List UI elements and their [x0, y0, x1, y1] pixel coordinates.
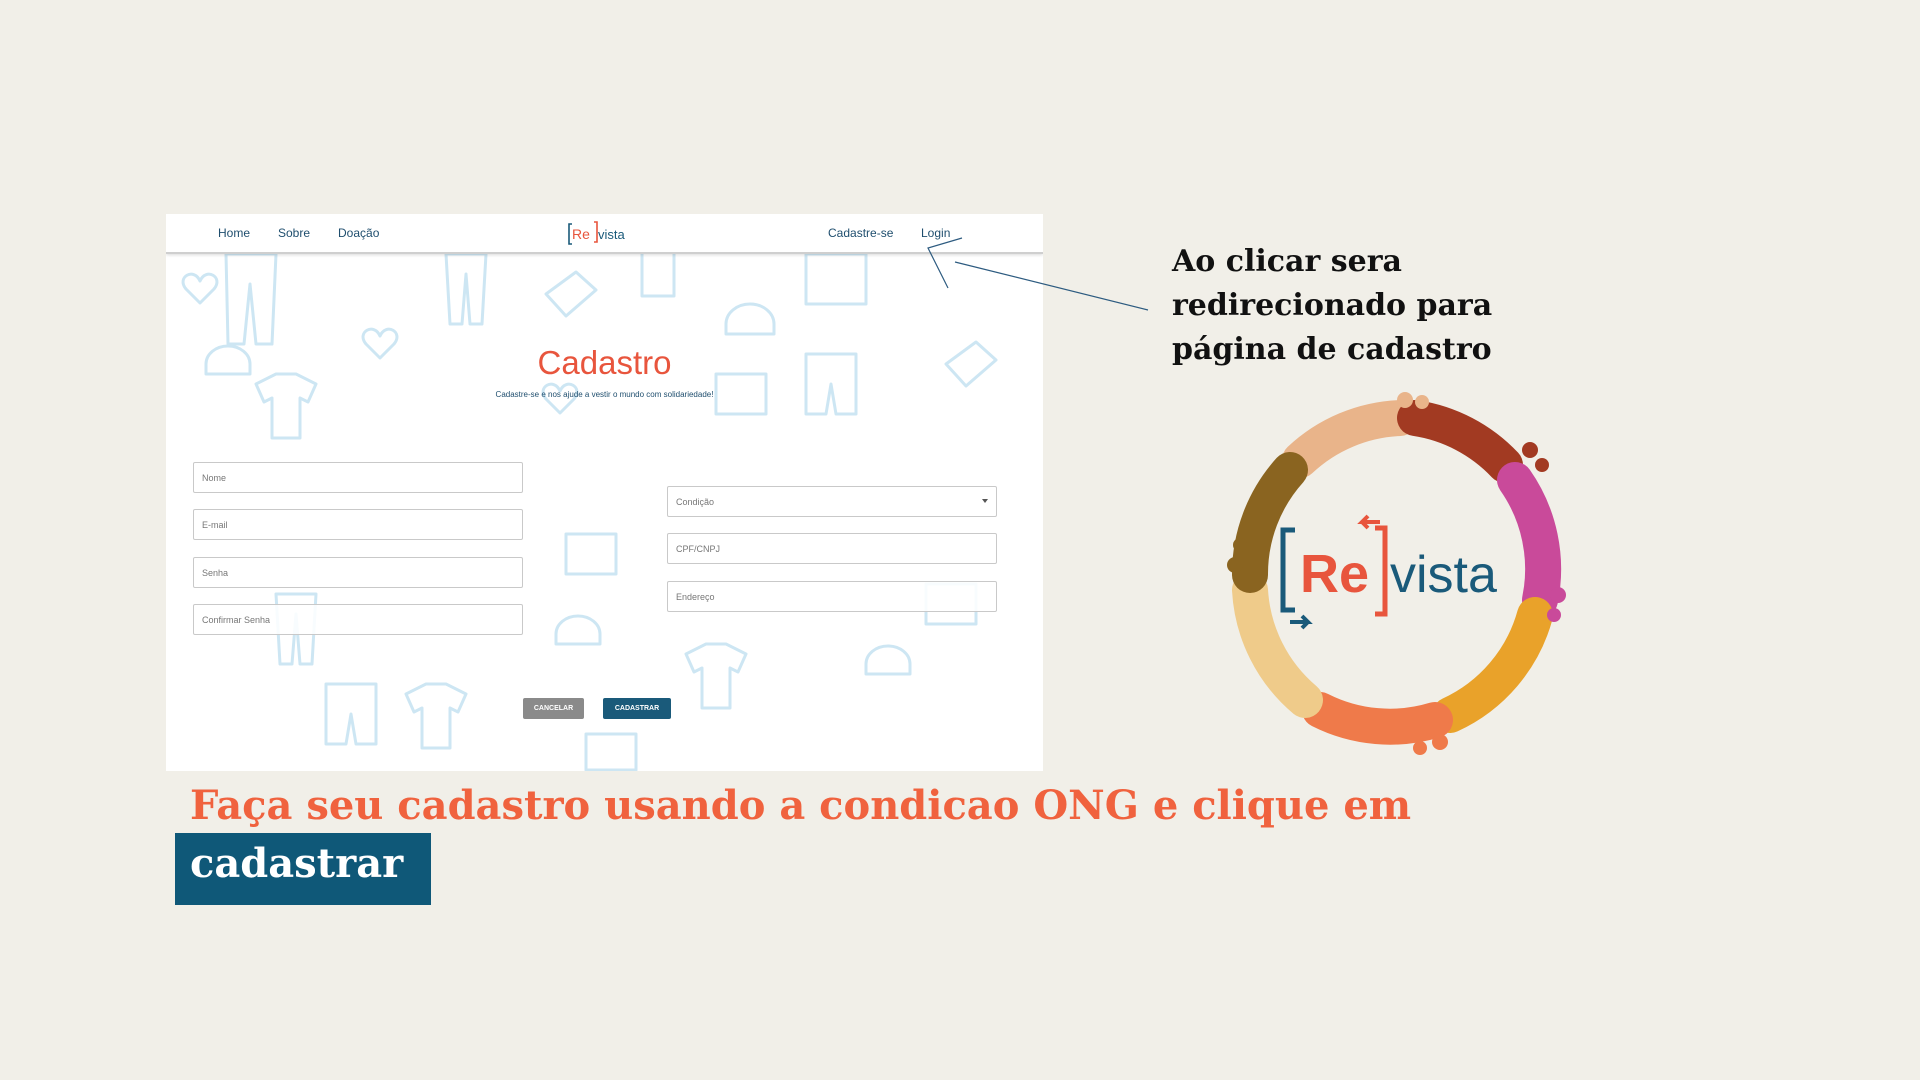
revista-logo[interactable]: Re vista [566, 218, 636, 248]
pattern-jacket [804, 252, 868, 306]
pattern-shirt [404, 682, 468, 750]
address-field[interactable]: Endereço [667, 581, 997, 612]
top-navigation-bar: Home Sobre Doação Re vista Cadastre-se L… [166, 214, 1043, 254]
form-title: Cadastro [537, 344, 672, 381]
name-placeholder: Nome [202, 473, 227, 483]
annotation-text: Ao clicar sera redirecionado para página… [1172, 244, 1493, 367]
form-subtitle: Cadastre-se e nos ajude a vestir o mundo… [495, 390, 714, 399]
pattern-pants [444, 252, 488, 326]
confirm-password-placeholder: Confirmar Senha [202, 615, 271, 625]
condition-select[interactable]: Condição [667, 486, 997, 517]
signup-page-screenshot: Home Sobre Doação Re vista Cadastre-se L… [166, 214, 1043, 771]
pattern-shoe [544, 270, 598, 318]
pattern-shorts [324, 682, 378, 746]
nav-signup-link[interactable]: Cadastre-se [828, 226, 893, 240]
password-placeholder: Senha [202, 568, 229, 578]
address-placeholder: Endereço [676, 592, 715, 602]
email-placeholder: E-mail [202, 520, 228, 530]
nav-about-link[interactable]: Sobre [278, 226, 310, 240]
nav-home-link[interactable]: Home [218, 226, 250, 240]
logo-re-text: Re [572, 226, 590, 242]
nav-login-link[interactable]: Login [921, 226, 950, 240]
emblem-vista-text: vista [1390, 546, 1497, 604]
nav-donation-link[interactable]: Doação [338, 226, 379, 240]
logo-vista-text: vista [598, 227, 626, 242]
name-field[interactable]: Nome [193, 462, 523, 493]
caption-line-1: Faça seu cadastro usando a condicao ONG … [190, 782, 1412, 829]
emblem-re-text: Re [1300, 544, 1369, 604]
confirm-password-field[interactable]: Confirmar Senha [193, 604, 523, 635]
pattern-pants [224, 252, 278, 346]
revista-hands-emblem: Re vista [1227, 392, 1566, 755]
submit-button[interactable]: CADASTRAR [603, 698, 671, 719]
pattern-box [564, 532, 618, 576]
pattern-beanie [724, 302, 776, 336]
pattern-shirt [684, 642, 748, 710]
cpf-cnpj-placeholder: CPF/CNPJ [676, 544, 721, 554]
dropdown-caret-icon [982, 499, 988, 503]
pattern-beanie [864, 644, 912, 676]
email-field[interactable]: E-mail [193, 509, 523, 540]
password-field[interactable]: Senha [193, 557, 523, 588]
cancel-button[interactable]: CANCELAR [523, 698, 584, 719]
caption-line-2: cadastrar [190, 840, 404, 887]
pattern-box [584, 732, 638, 771]
pattern-shirt [254, 372, 318, 440]
pattern-beanie [554, 614, 602, 646]
pattern-heart [181, 272, 219, 305]
condition-placeholder: Condição [676, 497, 715, 507]
cpf-cnpj-field[interactable]: CPF/CNPJ [667, 533, 997, 564]
